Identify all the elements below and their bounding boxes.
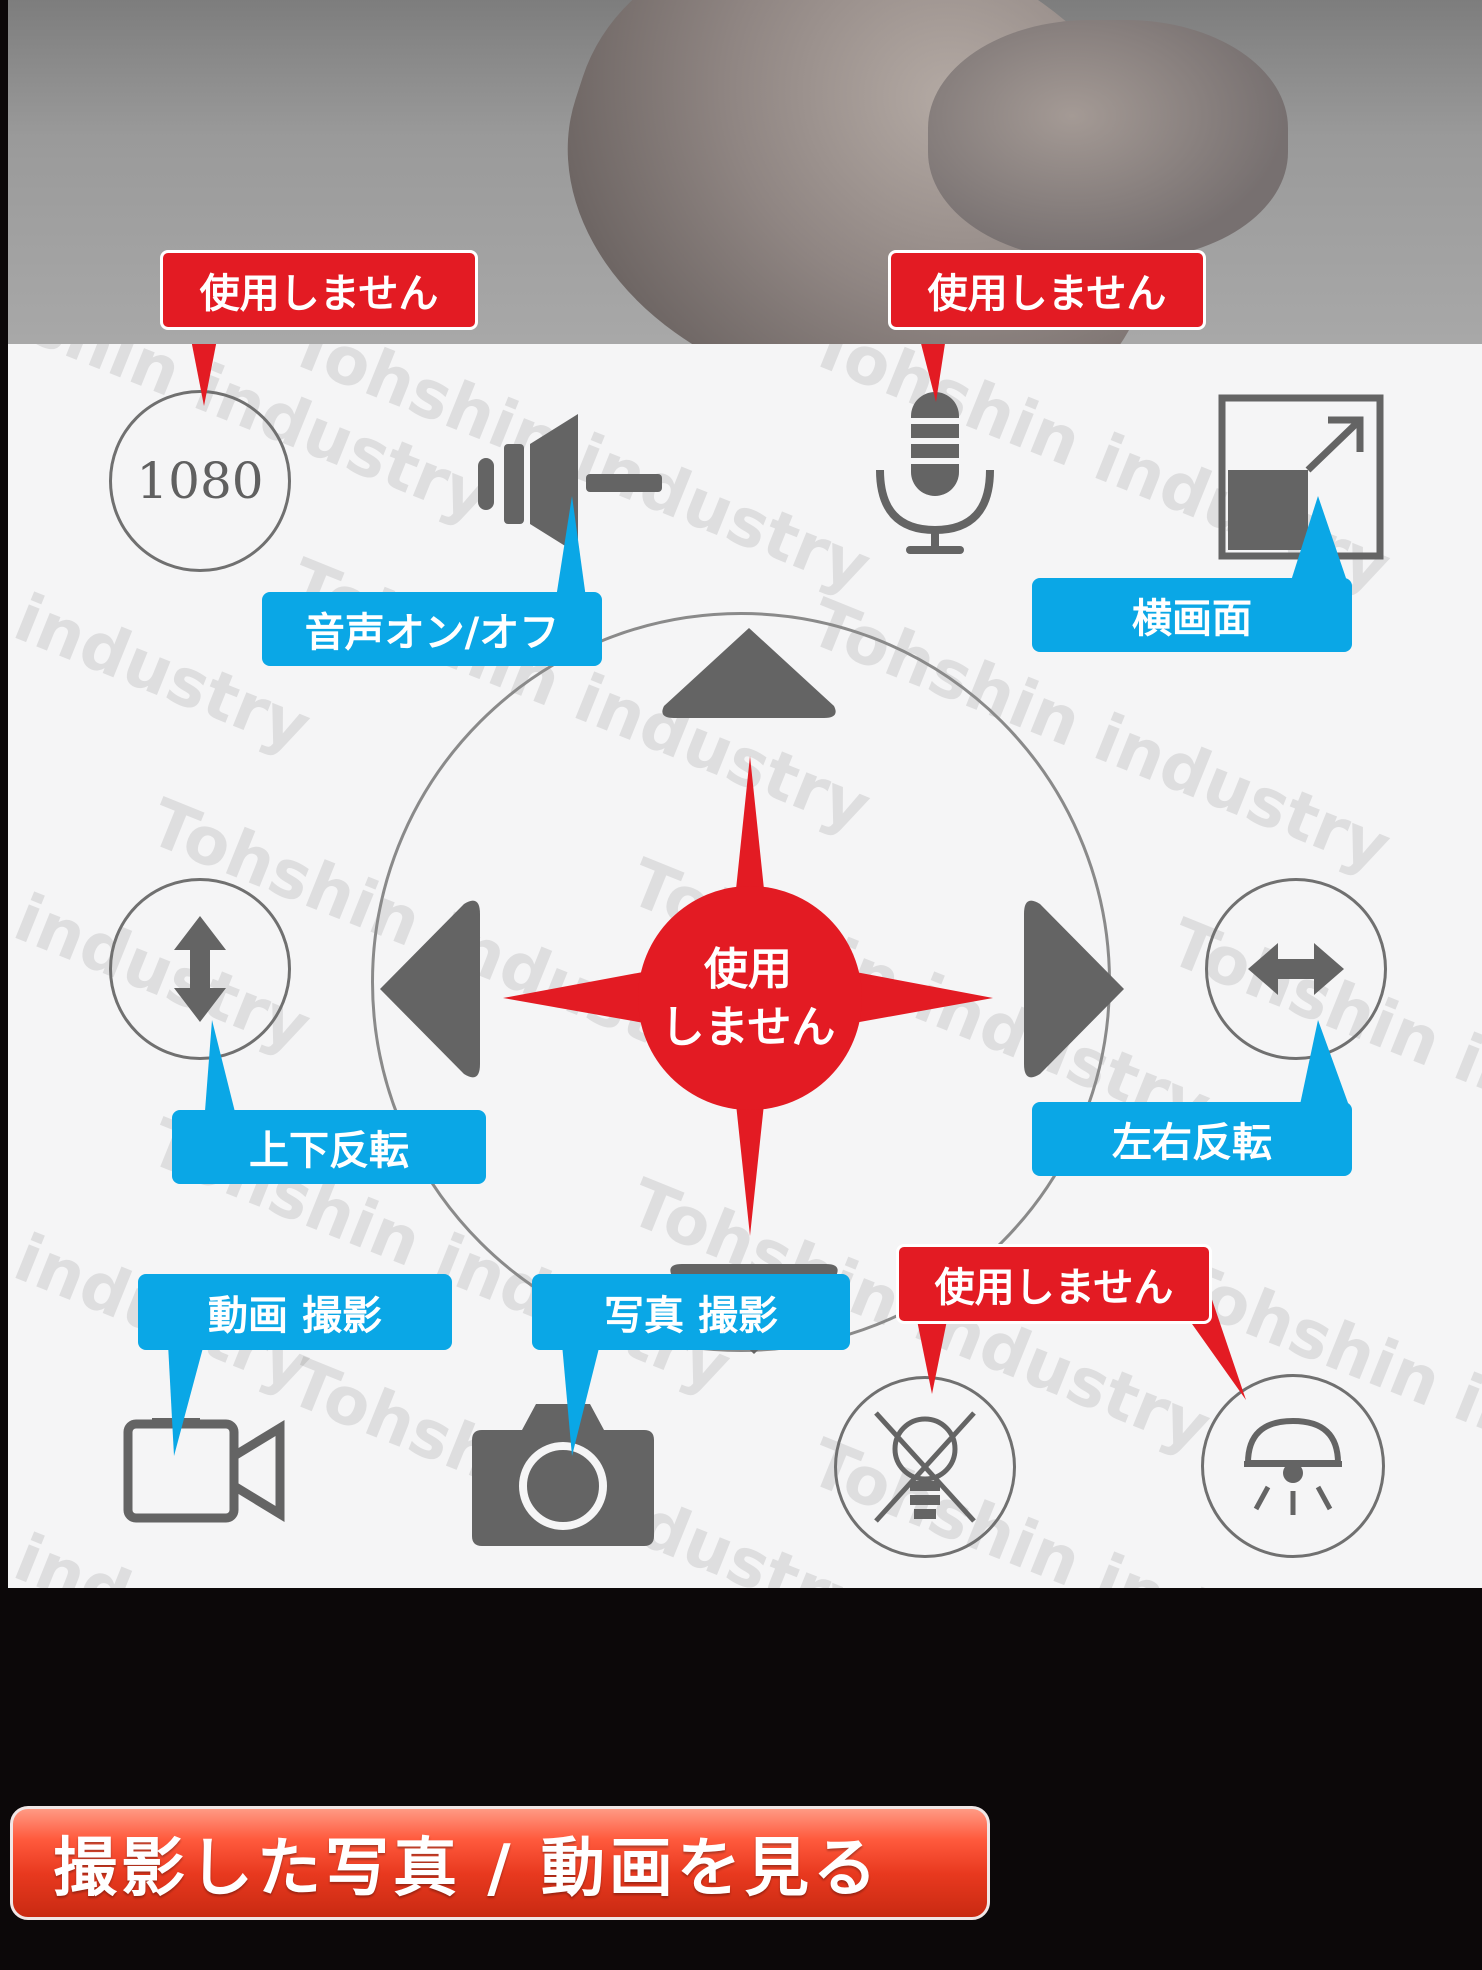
landscape-callout: 横画面: [1032, 578, 1352, 652]
control-panel: Tohshin industry Tohshin industry Tohshi…: [8, 344, 1482, 1588]
preview-hand-shape: [928, 20, 1288, 260]
light-unused-callout: 使用しません: [896, 1244, 1212, 1324]
video-record-callout: 動画 撮影: [138, 1274, 452, 1350]
callout-pointers: [168, 344, 1352, 1456]
mic-unused-callout: 使用しません: [888, 250, 1206, 330]
view-gallery-button[interactable]: 撮影した写真 / 動画を見る: [10, 1806, 990, 1920]
photo-capture-callout: 写真 撮影: [532, 1274, 850, 1350]
resolution-unused-callout: 使用しません: [160, 250, 478, 330]
audio-toggle-callout: 音声オン/オフ: [262, 592, 602, 666]
flip-horizontal-callout: 左右反転: [1032, 1102, 1352, 1176]
flip-vertical-callout: 上下反転: [172, 1110, 486, 1184]
